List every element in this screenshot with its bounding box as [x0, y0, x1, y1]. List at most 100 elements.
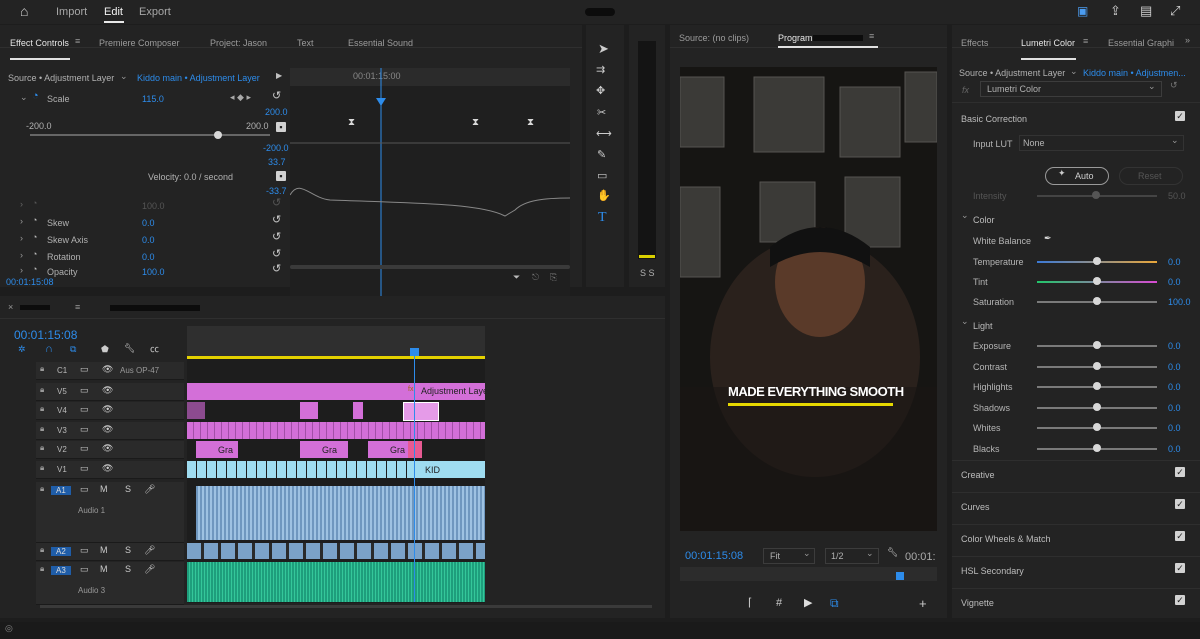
stopwatch-icon[interactable]: ◔	[32, 250, 37, 259]
eye-icon[interactable]: 👁︎	[102, 444, 113, 453]
lock-icon[interactable]: 🔒︎	[40, 444, 44, 452]
track-header-v2[interactable]: 🔒︎ V2 ▭ 👁︎	[36, 441, 184, 459]
mic-icon[interactable]: 🎤︎	[144, 485, 155, 494]
settings-wrench-icon[interactable]: 🔧︎	[887, 548, 898, 557]
whites-knob[interactable]	[1093, 423, 1101, 431]
track-header-v1[interactable]: 🔒︎ V1 ▭ 👁︎	[36, 461, 184, 479]
keyframe-3-icon[interactable]: ⧗	[527, 117, 534, 128]
share-icon[interactable]: ⇪	[1110, 4, 1121, 17]
highlights-value[interactable]: 0.0	[1168, 382, 1181, 392]
color-section-label[interactable]: Color	[973, 215, 995, 225]
lock-icon[interactable]: 🔒︎	[40, 565, 44, 573]
section-hsl-secondary[interactable]: HSL Secondary	[961, 566, 1024, 576]
v4-clip-selected[interactable]	[403, 402, 439, 421]
lumetri-clip-label[interactable]: Kiddo main • Adjustmen...	[1083, 68, 1186, 78]
fullscreen-icon[interactable]: ⤢	[1170, 4, 1180, 17]
a2-audio-clips[interactable]	[187, 543, 485, 559]
lock-icon[interactable]: 🔒︎	[40, 386, 44, 394]
chevron-right-icon[interactable]: ›	[20, 217, 23, 226]
temperature-value[interactable]: 0.0	[1168, 257, 1181, 267]
whites-value[interactable]: 0.0	[1168, 423, 1181, 433]
track-id[interactable]: A2	[51, 547, 71, 556]
scale-slider-track[interactable]	[30, 134, 270, 136]
menu-icon[interactable]: ≡	[75, 303, 80, 312]
captions-icon[interactable]: ㏄	[150, 345, 159, 354]
reset-icon[interactable]: ↺	[1170, 81, 1178, 90]
basic-correction-checkbox[interactable]: ✓	[1175, 111, 1185, 121]
play-icon[interactable]: ▶	[804, 598, 812, 609]
menu-icon[interactable]: ≡	[1083, 37, 1088, 46]
scale-slider-knob[interactable]	[214, 131, 222, 139]
solo-label[interactable]: S	[125, 546, 131, 555]
eyedropper-icon[interactable]: ✒	[1044, 234, 1052, 243]
graph-scrollbar[interactable]	[290, 265, 570, 269]
track-id[interactable]: V4	[57, 406, 67, 415]
mute-label[interactable]: M	[100, 485, 108, 494]
slip-tool-icon[interactable]: ⟷	[596, 129, 612, 140]
home-icon[interactable]: ⌂	[20, 4, 28, 18]
stopwatch-icon[interactable]: ◔	[32, 265, 37, 274]
track-header-a3[interactable]: 🔒︎ A3 ▭ M S 🎤︎ Audio 3	[36, 562, 184, 605]
reset-icon[interactable]: ↺	[272, 215, 281, 226]
track-header-v3[interactable]: 🔒︎ V3 ▭ 👁︎	[36, 422, 184, 440]
track-id[interactable]: V5	[57, 387, 67, 396]
program-playhead[interactable]	[896, 572, 904, 580]
reset-icon[interactable]: ↺	[272, 249, 281, 260]
chevron-down-icon[interactable]: ⌄	[1070, 67, 1078, 76]
grid-icon[interactable]: #	[776, 598, 782, 609]
track-header-v4[interactable]: 🔒︎ V4 ▭ 👁︎	[36, 402, 184, 420]
eye-icon[interactable]: 👁︎	[102, 405, 113, 414]
mute-label[interactable]: M	[100, 565, 108, 574]
import-menu[interactable]: Import	[56, 6, 87, 18]
ripple-edit-icon[interactable]: ✥	[596, 86, 605, 97]
skew-axis-value[interactable]: 0.0	[142, 235, 155, 245]
solo-label[interactable]: S	[125, 485, 131, 494]
chevron-down-icon[interactable]: ⌄	[803, 549, 811, 558]
tab-premiere-composer[interactable]: Premiere Composer	[99, 38, 180, 48]
scale-value[interactable]: 115.0	[142, 94, 164, 104]
shadows-value[interactable]: 0.0	[1168, 403, 1181, 413]
tab-source[interactable]: Source: (no clips)	[679, 33, 749, 43]
playhead-marker[interactable]	[376, 98, 386, 106]
track-header-c1[interactable]: 🔒︎ C1 ▭ 👁︎ Aus OP-47	[36, 362, 184, 380]
tab-effects[interactable]: Effects	[961, 38, 988, 48]
a1-audio-clips[interactable]	[196, 486, 485, 540]
film-icon[interactable]: ▭	[80, 425, 89, 434]
saturation-value[interactable]: 100.0	[1168, 297, 1191, 307]
a3-audio-clip[interactable]	[187, 562, 485, 602]
tab-essential-sound[interactable]: Essential Sound	[348, 38, 413, 48]
skew-value[interactable]: 0.0	[142, 218, 155, 228]
tab-program[interactable]: Program:	[778, 33, 815, 43]
edit-menu[interactable]: Edit	[104, 6, 123, 18]
menu-icon[interactable]: ≡	[869, 32, 874, 41]
section-vignette[interactable]: Vignette	[961, 598, 994, 608]
menu-icon[interactable]: ≡	[75, 37, 80, 46]
tab-text[interactable]: Text	[297, 38, 314, 48]
exposure-value[interactable]: 0.0	[1168, 341, 1181, 351]
mic-icon[interactable]: 🎤︎	[144, 546, 155, 555]
tint-knob[interactable]	[1093, 277, 1101, 285]
marker-icon[interactable]: ⬟	[101, 345, 109, 354]
v4-clip-1[interactable]	[187, 402, 205, 419]
tint-value[interactable]: 0.0	[1168, 277, 1181, 287]
chevron-down-icon[interactable]: ⌄	[961, 317, 969, 326]
close-icon[interactable]: ×	[8, 303, 13, 312]
film-icon[interactable]: ▭	[80, 365, 89, 374]
keyframe-nav-icon[interactable]: ◂ ◆ ▸	[230, 93, 251, 102]
v1-kid-clip[interactable]	[412, 461, 484, 478]
film-icon[interactable]: ▭	[80, 405, 89, 414]
keyframe-1-icon[interactable]: ⧗	[348, 117, 355, 128]
magnet-icon[interactable]: ∩	[45, 344, 53, 355]
saturation-knob[interactable]	[1093, 297, 1101, 305]
eye-icon[interactable]: 👁︎	[102, 386, 113, 395]
timeline-timecode[interactable]: 00:01:15:08	[14, 328, 77, 342]
snap-icon[interactable]: ✲	[18, 345, 26, 354]
filter-icon[interactable]: ⏷	[513, 273, 520, 282]
v4-clip-3[interactable]	[353, 402, 363, 419]
keyframe-2-icon[interactable]: ⧗	[472, 117, 479, 128]
mic-icon[interactable]: 🎤︎	[144, 565, 155, 574]
lock-icon[interactable]: 🔒︎	[40, 464, 44, 472]
contrast-knob[interactable]	[1093, 361, 1101, 370]
pen-tool-icon[interactable]: ✎	[597, 150, 606, 161]
hand-tool-icon[interactable]: ✋	[597, 191, 611, 202]
